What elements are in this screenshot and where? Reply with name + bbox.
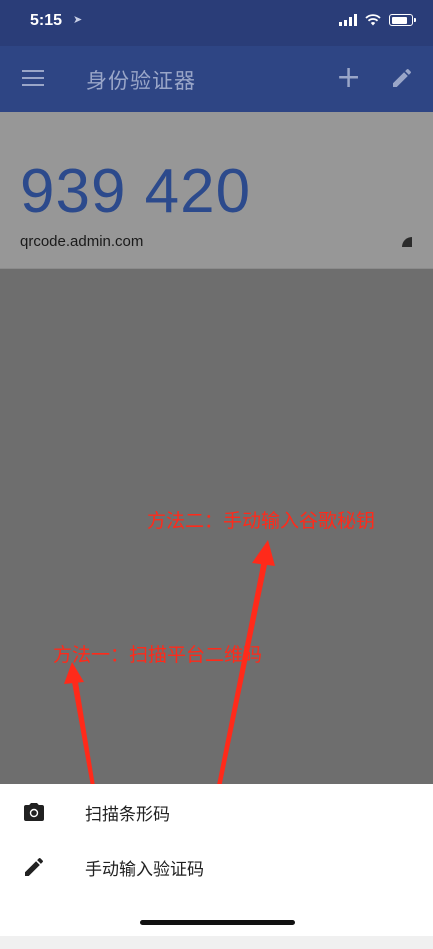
wifi-icon <box>365 14 381 26</box>
manual-entry-label: 手动输入验证码 <box>85 860 204 880</box>
pencil-icon <box>25 857 44 876</box>
location-arrow-icon: ➤ <box>73 13 83 26</box>
token-card[interactable]: 939 420 qrcode.admin.com <box>0 112 433 269</box>
status-time: 5:15 <box>30 12 63 29</box>
app-bar: 身份验证器 + <box>0 46 433 112</box>
menu-icon[interactable] <box>22 70 44 88</box>
battery-icon <box>389 14 416 26</box>
status-bar: 5:15 ➤ <box>0 0 433 46</box>
annotation-method-two: 方法二：手动输入谷歌秘钥 <box>147 510 376 532</box>
arrow-method-one <box>72 682 96 792</box>
token-account: qrcode.admin.com <box>20 233 144 250</box>
bottom-sheet: 扫描条形码 手动输入验证码 <box>0 784 433 936</box>
countdown-timer-icon <box>402 237 412 247</box>
app-title: 身份验证器 <box>86 69 196 93</box>
signal-icon <box>339 14 357 26</box>
camera-icon <box>24 803 44 821</box>
edit-icon[interactable] <box>390 66 414 90</box>
page-bottom-edge <box>0 936 433 949</box>
home-indicator[interactable] <box>140 920 295 925</box>
token-code: 939 420 <box>20 157 252 226</box>
arrowhead-method-two <box>252 540 275 566</box>
status-icons <box>339 14 416 26</box>
scan-barcode-option[interactable]: 扫描条形码 <box>0 784 433 840</box>
scan-barcode-label: 扫描条形码 <box>85 805 170 825</box>
add-icon[interactable]: + <box>336 63 361 93</box>
annotation-method-one: 方法一：扫描平台二维码 <box>53 644 263 666</box>
manual-entry-option[interactable]: 手动输入验证码 <box>0 839 433 895</box>
